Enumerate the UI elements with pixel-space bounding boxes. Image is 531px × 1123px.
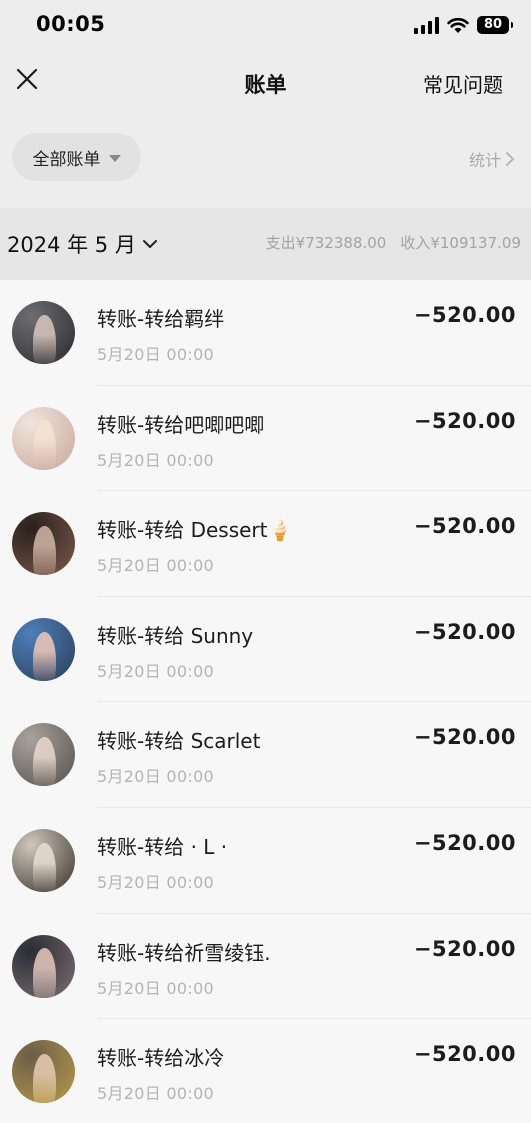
month-label: 2024 年 5 月 bbox=[7, 233, 136, 257]
transaction-title: 转账-转给 · L · bbox=[97, 834, 228, 859]
stats-label: 统计 bbox=[468, 151, 501, 170]
transaction-row[interactable]: 转账-转给祈雪绫钰. 5月20日 00:00 −520.00 bbox=[0, 914, 531, 1020]
transaction-time: 5月20日 00:00 bbox=[97, 767, 215, 787]
avatar bbox=[12, 934, 75, 998]
cellular-signal-icon bbox=[414, 16, 439, 34]
month-selector[interactable]: 2024 年 5 月 bbox=[7, 229, 158, 259]
stats-link[interactable]: 统计 bbox=[469, 147, 515, 171]
transaction-row[interactable]: 转账-转给羁绊 5月20日 00:00 −520.00 bbox=[0, 280, 531, 386]
transaction-list: 转账-转给羁绊 5月20日 00:00 −520.00 转账-转给吧唧吧唧 5月20日 … bbox=[0, 280, 531, 1123]
transaction-amount: −520.00 bbox=[413, 619, 516, 644]
chevron-down-icon bbox=[142, 240, 157, 248]
transaction-title: 转账-转给 Scarlet bbox=[97, 729, 261, 754]
avatar bbox=[12, 1040, 75, 1104]
transaction-time: 5月20日 00:00 bbox=[97, 661, 215, 681]
transaction-amount: −520.00 bbox=[413, 1042, 516, 1067]
transaction-row[interactable]: 转账-转给 Sunny 5月20日 00:00 −520.00 bbox=[0, 597, 531, 703]
avatar bbox=[12, 512, 75, 576]
transaction-title: 转账-转给冰冷 bbox=[97, 1046, 225, 1071]
faq-link[interactable]: 常见问题 bbox=[423, 69, 503, 98]
avatar bbox=[12, 406, 75, 470]
transaction-time: 5月20日 00:00 bbox=[97, 345, 215, 364]
transaction-amount: −520.00 bbox=[413, 303, 516, 327]
transaction-title: 转账-转给 Dessert🍦 bbox=[97, 518, 293, 543]
avatar bbox=[12, 723, 75, 787]
chevron-right-icon bbox=[506, 152, 514, 166]
battery-icon: 80 bbox=[477, 16, 513, 34]
transaction-row[interactable]: 转账-转给冰冷 5月20日 00:00 −520.00 bbox=[0, 1019, 531, 1123]
transaction-amount: −520.00 bbox=[413, 936, 516, 961]
transaction-row[interactable]: 转账-转给 Dessert🍦 5月20日 00:00 −520.00 bbox=[0, 491, 531, 597]
avatar bbox=[12, 301, 75, 364]
status-icons: 80 bbox=[414, 15, 513, 35]
nav-bar: 账单 常见问题 bbox=[0, 50, 531, 114]
transaction-time: 5月20日 00:00 bbox=[97, 978, 215, 998]
transaction-time: 5月20日 00:00 bbox=[97, 1084, 215, 1104]
transaction-row[interactable]: 转账-转给 Scarlet 5月20日 00:00 −520.00 bbox=[0, 702, 531, 808]
bill-type-filter-label: 全部账单 bbox=[32, 149, 101, 170]
transaction-title: 转账-转给吧唧吧唧 bbox=[97, 412, 265, 437]
transaction-amount: −520.00 bbox=[413, 408, 516, 433]
transaction-amount: −520.00 bbox=[413, 830, 516, 855]
status-time: 00:05 bbox=[36, 12, 106, 36]
transaction-title: 转账-转给祈雪绫钰. bbox=[97, 940, 271, 965]
bill-type-filter[interactable]: 全部账单 bbox=[12, 133, 141, 181]
transaction-amount: −520.00 bbox=[413, 725, 516, 750]
status-bar: 00:05 80 bbox=[0, 0, 531, 50]
month-summary: 支出¥732388.00 收入¥109137.09 bbox=[266, 232, 521, 253]
avatar bbox=[12, 828, 75, 892]
triangle-down-icon bbox=[108, 154, 121, 162]
income-total: 收入¥109137.09 bbox=[400, 234, 521, 252]
transaction-row[interactable]: 转账-转给吧唧吧唧 5月20日 00:00 −520.00 bbox=[0, 386, 531, 492]
avatar bbox=[12, 617, 75, 681]
transaction-time: 5月20日 00:00 bbox=[97, 872, 215, 892]
transaction-time: 5月20日 00:00 bbox=[97, 556, 215, 576]
wifi-icon bbox=[447, 17, 469, 33]
expense-total: 支出¥732388.00 bbox=[265, 234, 387, 252]
filter-row: 全部账单 统计 bbox=[0, 130, 531, 186]
transaction-row[interactable]: 转账-转给 · L · 5月20日 00:00 −520.00 bbox=[0, 808, 531, 914]
transaction-time: 5月20日 00:00 bbox=[97, 450, 215, 470]
transaction-title: 转账-转给羁绊 bbox=[97, 307, 225, 331]
transaction-title: 转账-转给 Sunny bbox=[97, 623, 254, 648]
month-header: 2024 年 5 月 支出¥732388.00 收入¥109137.09 bbox=[0, 208, 531, 280]
transaction-amount: −520.00 bbox=[413, 514, 516, 539]
